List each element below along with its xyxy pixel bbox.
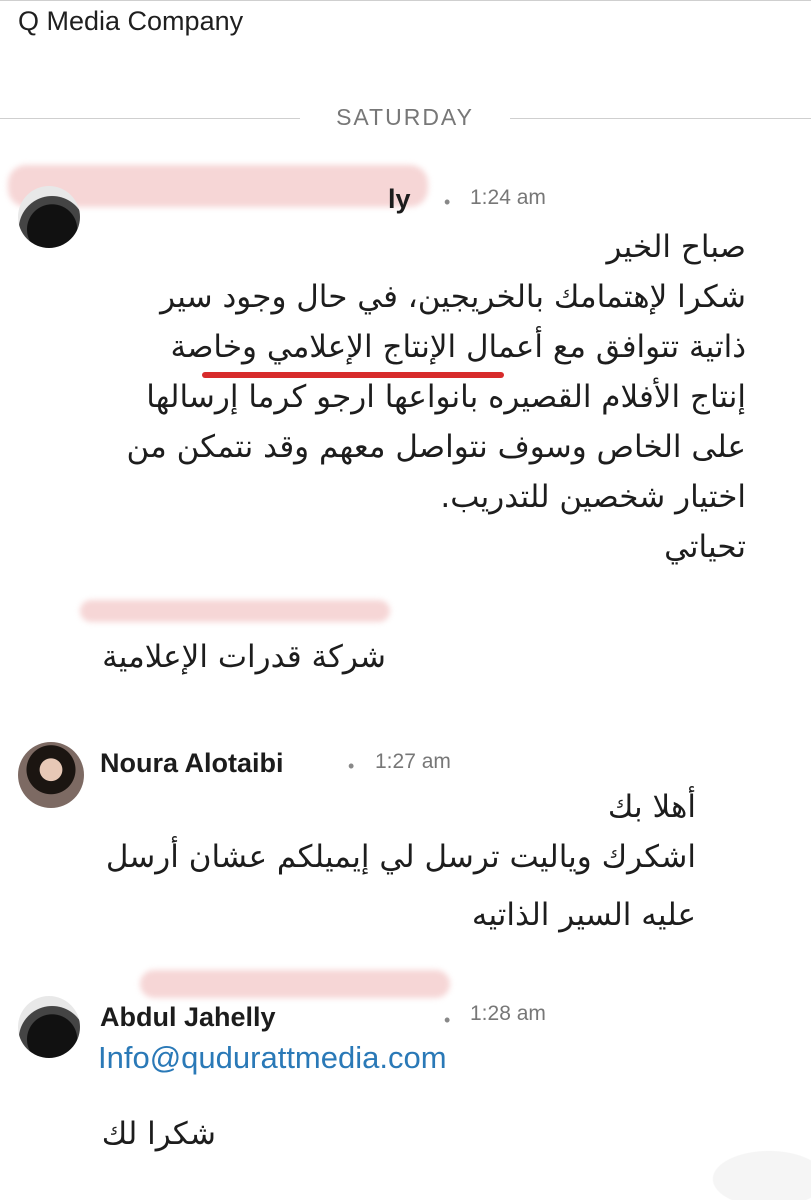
email-link[interactable]: Info@qudurattmedia.com bbox=[98, 1040, 447, 1076]
message-line: صباح الخير bbox=[606, 229, 746, 265]
top-divider bbox=[0, 0, 811, 1]
message-time: 1:24 am bbox=[470, 186, 546, 209]
redacted-sender-mark bbox=[140, 970, 450, 998]
sender-name[interactable]: Noura Alotaibi bbox=[100, 748, 284, 779]
message-line: عليه السير الذاتيه bbox=[471, 897, 696, 933]
message-line: أهلا بك bbox=[607, 789, 696, 825]
message-line: اشكرك وياليت ترسل لي إيميلكم عشان أرسل bbox=[105, 839, 696, 875]
message-body: شكرا لك bbox=[101, 1116, 216, 1152]
message-line: على الخاص وسوف نتواصل معهم وقد نتمكن من bbox=[126, 429, 746, 465]
conversation-title: Q Media Company bbox=[18, 6, 244, 36]
message-body: صباح الخير شكرا لإهتمامك بالخريجين، في ح… bbox=[96, 232, 746, 582]
message-line: شكرا لإهتمامك بالخريجين، في حال وجود سير bbox=[160, 279, 746, 315]
sender-name[interactable]: ly bbox=[388, 184, 411, 215]
day-separator-line-left bbox=[0, 118, 300, 119]
day-separator: SATURDAY bbox=[0, 100, 811, 136]
separator-dot: • bbox=[444, 192, 451, 212]
avatar[interactable] bbox=[18, 742, 84, 808]
red-underline-annotation bbox=[202, 372, 504, 378]
separator-dot: • bbox=[444, 1010, 451, 1030]
message-line: اختيار شخصين للتدريب. bbox=[440, 479, 746, 515]
day-separator-line-right bbox=[510, 118, 811, 119]
message-signature: شركة قدرات الإعلامية bbox=[102, 639, 386, 675]
message-line: إنتاج الأفلام القصيره بانواعها ارجو كرما… bbox=[146, 379, 746, 415]
avatar[interactable] bbox=[18, 186, 80, 248]
corner-scribble bbox=[671, 1130, 811, 1200]
message-line: تحياتي bbox=[664, 529, 746, 565]
redacted-name-mark bbox=[80, 600, 390, 622]
sender-name[interactable]: Abdul Jahelly bbox=[100, 1002, 276, 1033]
message-body: أهلا بك اشكرك وياليت ترسل لي إيميلكم عشا… bbox=[96, 792, 696, 950]
separator-dot: • bbox=[348, 756, 355, 776]
message-time: 1:28 am bbox=[470, 1002, 546, 1025]
avatar[interactable] bbox=[18, 996, 80, 1058]
day-separator-label: SATURDAY bbox=[336, 104, 474, 130]
message-time: 1:27 am bbox=[375, 750, 451, 773]
